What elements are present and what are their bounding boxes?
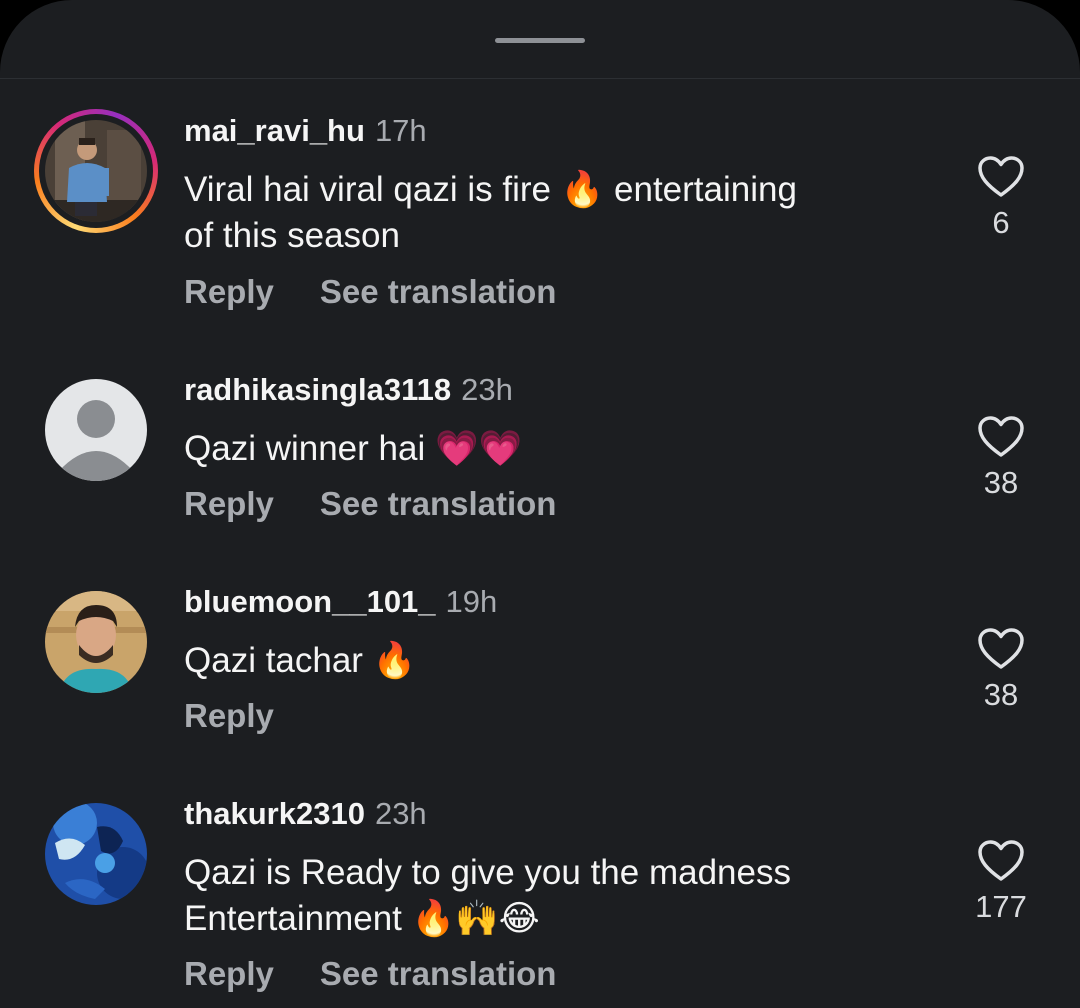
comment-username[interactable]: mai_ravi_hu	[184, 113, 365, 148]
see-translation-button[interactable]: See translation	[320, 954, 557, 994]
like-count: 177	[975, 889, 1027, 924]
comment-username[interactable]: radhikasingla3118	[184, 372, 451, 407]
comment-text: Viral hai viral qazi is fire 🔥 entertain…	[184, 167, 924, 259]
user-photo-avatar-icon	[45, 591, 147, 693]
comment-text-line: Viral hai viral qazi is fire 🔥 entertain…	[184, 170, 797, 209]
comment-text-line: Qazi is Ready to give you the madness	[184, 853, 791, 892]
reply-button[interactable]: Reply	[184, 484, 274, 524]
comment-timestamp: 23h	[461, 372, 513, 407]
like-count: 6	[992, 205, 1010, 240]
avatar[interactable]	[34, 368, 158, 492]
see-translation-button[interactable]: See translation	[320, 484, 557, 524]
like-control: 177	[960, 839, 1042, 925]
comment-text: Qazi tachar 🔥	[184, 638, 924, 684]
avatar	[45, 120, 147, 222]
comment-text-line: Qazi tachar 🔥	[184, 641, 417, 680]
reply-button[interactable]: Reply	[184, 272, 274, 312]
comment-text-line: Qazi winner hai 💗💗	[184, 429, 523, 468]
avatar[interactable]	[34, 580, 158, 704]
user-photo-avatar-icon	[45, 803, 147, 905]
like-control: 6	[960, 155, 1042, 241]
reply-button[interactable]: Reply	[184, 696, 274, 736]
comment-timestamp: 17h	[374, 113, 427, 148]
sheet-header	[0, 0, 1080, 79]
drag-handle[interactable]	[495, 38, 585, 43]
reply-button[interactable]: Reply	[184, 954, 274, 994]
heart-icon[interactable]	[977, 627, 1025, 671]
comment-text-line: Entertainment 🔥🙌😂	[184, 899, 540, 938]
comment-username[interactable]: bluemoon__101_	[184, 584, 436, 619]
like-control: 38	[960, 627, 1042, 713]
like-count: 38	[983, 465, 1019, 500]
comment-text-line: of this season	[184, 216, 400, 255]
heart-icon[interactable]	[977, 155, 1025, 199]
heart-icon[interactable]	[977, 415, 1025, 459]
user-photo-avatar-icon	[45, 120, 147, 222]
comment-text: Qazi winner hai 💗💗	[184, 426, 924, 472]
comment-username[interactable]: thakurk2310	[184, 796, 365, 831]
comments-sheet: mai_ravi_hu 17h Viral hai viral qazi is f…	[0, 0, 1080, 1008]
comment-timestamp: 19h	[445, 584, 498, 619]
default-avatar-icon	[45, 379, 147, 481]
comment-text: Qazi is Ready to give you the madness En…	[184, 850, 924, 942]
avatar[interactable]	[34, 792, 158, 916]
see-translation-button[interactable]: See translation	[320, 272, 557, 312]
like-count: 38	[983, 677, 1019, 712]
heart-icon[interactable]	[977, 839, 1025, 883]
like-control: 38	[960, 415, 1042, 501]
comment-timestamp: 23h	[374, 796, 427, 831]
avatar-story-ring[interactable]	[34, 109, 158, 233]
